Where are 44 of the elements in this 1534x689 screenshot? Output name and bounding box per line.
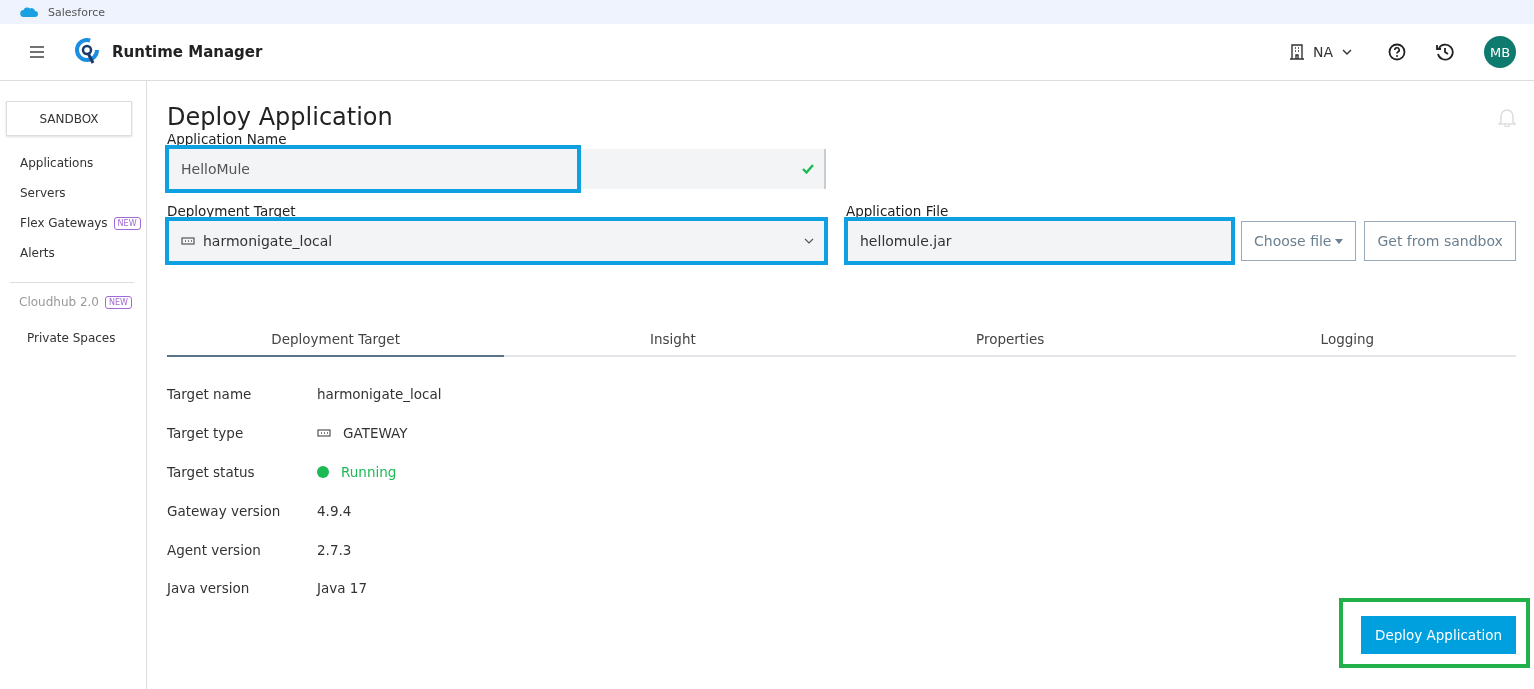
gateway-icon: [317, 429, 331, 438]
detail-value: Running: [341, 464, 397, 480]
detail-value: 4.9.4: [317, 502, 352, 519]
new-badge: NEW: [113, 216, 141, 230]
detail-label: Java version: [167, 580, 251, 597]
nav-link[interactable]: Private Spaces: [27, 331, 116, 345]
browser-title: Salesforce: [48, 5, 105, 19]
tab[interactable]: Logging: [1178, 323, 1516, 357]
detail-value: harmonigate_local: [317, 386, 442, 403]
field-label: Application File: [846, 203, 950, 219]
dropdown-button[interactable]: Choose file: [1241, 221, 1357, 261]
chevron-icon: [1342, 49, 1352, 55]
detail-value: 2.7.3: [317, 541, 352, 558]
detail-label: Target name: [167, 386, 253, 403]
nav-link[interactable]: Alerts: [20, 246, 55, 260]
new-badge: NEW: [105, 295, 132, 309]
app-name: Runtime Manager: [112, 43, 263, 61]
gateway-icon: [181, 237, 195, 245]
detail-label: Target type: [167, 425, 245, 442]
field-label: Application Name: [167, 131, 288, 147]
detail-label: Target status: [167, 464, 256, 480]
page-title: Deploy Application: [167, 103, 393, 131]
environment-button[interactable]: SANDBOX: [6, 101, 132, 136]
detail-value: GATEWAY: [343, 425, 408, 442]
help-icon[interactable]: [1388, 43, 1406, 61]
detail-label: Gateway version: [167, 502, 282, 519]
cloud-icon: [20, 6, 38, 18]
chevron-icon: [804, 238, 814, 244]
nav-link[interactable]: Applications: [20, 156, 94, 170]
history-icon[interactable]: [1436, 43, 1454, 61]
tab[interactable]: Insight: [504, 323, 842, 357]
detail-value: Java 17: [317, 580, 367, 597]
nav-link[interactable]: Servers: [20, 186, 66, 200]
user-avatar[interactable]: MB: [1484, 36, 1516, 68]
building-icon: [1289, 44, 1304, 60]
menu-icon[interactable]: [30, 46, 44, 58]
field-label: Deployment Target: [167, 203, 297, 219]
logo-icon: [74, 38, 100, 66]
action-button[interactable]: Get from sandbox: [1364, 221, 1516, 261]
nav-link[interactable]: Flex Gateways: [20, 216, 108, 230]
tab[interactable]: Properties: [841, 323, 1179, 357]
tab[interactable]: Deployment Target: [167, 323, 505, 357]
region-selector[interactable]: NA: [1283, 43, 1358, 61]
detail-label: Agent version: [167, 541, 262, 558]
